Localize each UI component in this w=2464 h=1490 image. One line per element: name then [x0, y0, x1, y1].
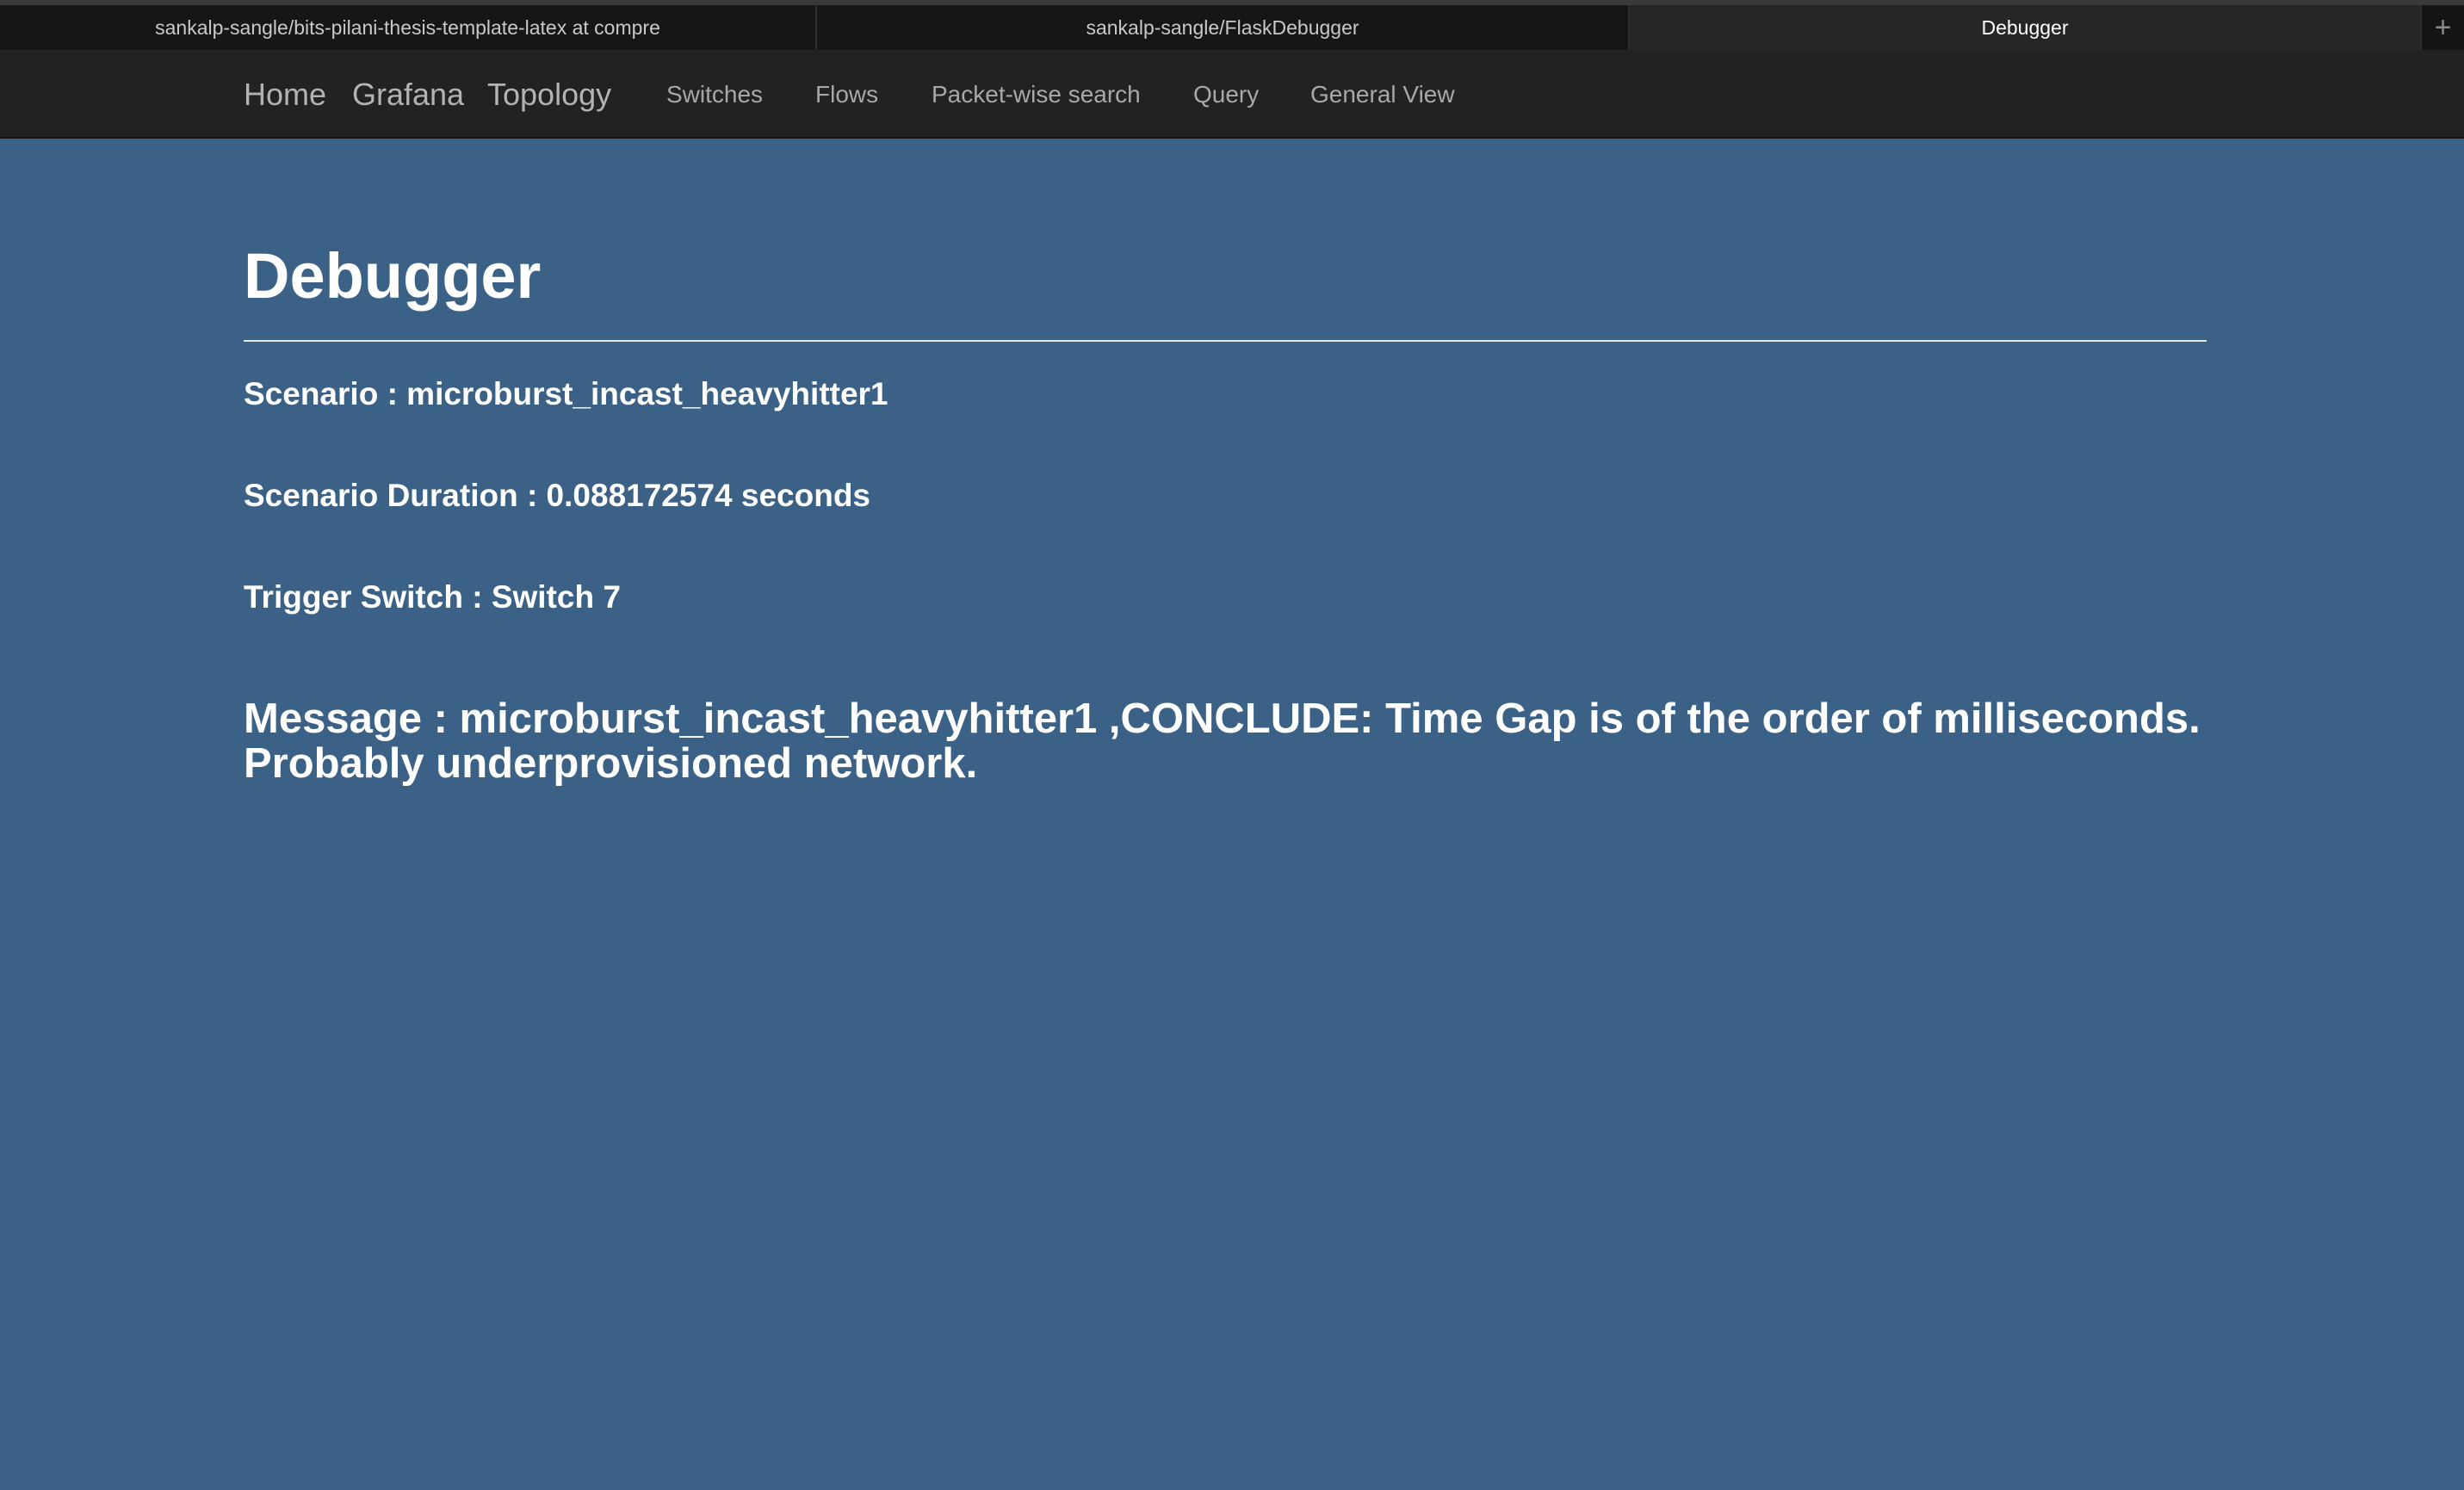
scenario-text: Scenario : microburst_incast_heavyhitter… [244, 376, 888, 411]
page-title: Debugger [244, 240, 542, 312]
scenario-duration-text: Scenario Duration : 0.088172574 seconds [244, 478, 871, 513]
browser-tab-label: Debugger [1981, 15, 2069, 39]
browser-tab-flaskdebugger[interactable]: sankalp-sangle/FlaskDebugger [817, 5, 1630, 50]
browser-tab-debugger-active[interactable]: Debugger [1630, 5, 2422, 50]
title-divider [244, 340, 2207, 342]
browser-tab-label: sankalp-sangle/bits-pilani-thesis-templa… [155, 15, 660, 39]
nav-switches[interactable]: Switches [666, 50, 763, 139]
nav-query[interactable]: Query [1193, 50, 1259, 139]
nav-flows[interactable]: Flows [815, 50, 878, 139]
nav-general-view[interactable]: General View [1310, 50, 1455, 139]
nav-grafana[interactable]: Grafana [352, 50, 464, 139]
navbar: Home Grafana Topology Switches Flows Pac… [0, 50, 2464, 139]
plus-icon: + [2434, 10, 2452, 44]
nav-home[interactable]: Home [244, 50, 326, 139]
new-tab-button[interactable]: + [2422, 5, 2464, 50]
nav-topology[interactable]: Topology [487, 50, 611, 139]
browser-tab-label: sankalp-sangle/FlaskDebugger [1086, 15, 1359, 39]
browser-tab-strip: sankalp-sangle/bits-pilani-thesis-templa… [0, 0, 2464, 50]
message-text: Message : microburst_incast_heavyhitter1… [244, 696, 2201, 787]
browser-tab-thesis-template[interactable]: sankalp-sangle/bits-pilani-thesis-templa… [0, 5, 817, 50]
nav-packet-wise-search[interactable]: Packet-wise search [932, 50, 1141, 139]
trigger-switch-text: Trigger Switch : Switch 7 [244, 579, 621, 615]
